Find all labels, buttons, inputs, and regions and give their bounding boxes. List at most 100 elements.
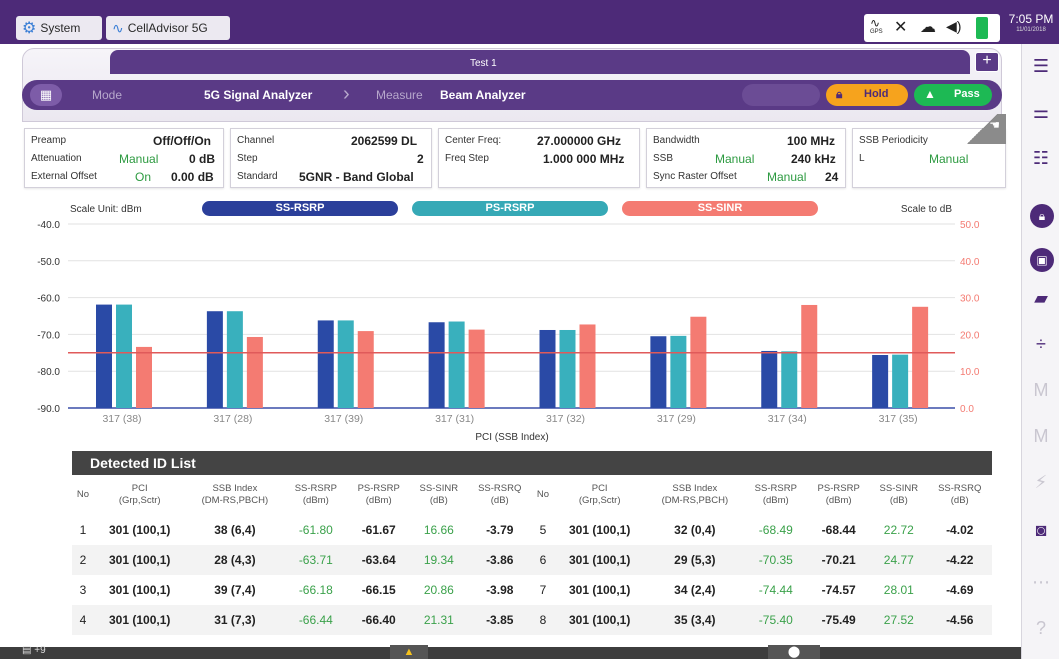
test-tab[interactable] bbox=[110, 50, 970, 74]
panel-corner-tab[interactable]: ☚ bbox=[958, 114, 1006, 144]
frequency-panel[interactable]: Center Freq: 27.000000 GHz Freq Step 1.0… bbox=[438, 128, 640, 188]
bar-ss-sinr bbox=[468, 329, 485, 408]
cell-no: 6 bbox=[531, 545, 554, 575]
cell-ss-sinr: 20.86 bbox=[423, 583, 454, 597]
blank-pill bbox=[742, 84, 820, 106]
sync-raster-mode: Manual bbox=[767, 170, 807, 184]
top-bar: ⚙ System ∿ CellAdvisor 5G ∿ GPS ✕ ☁ ◀) 7… bbox=[0, 0, 1059, 44]
cell-ssb: 35 (3,4) bbox=[645, 605, 745, 635]
cell-ssb: 39 (7,4) bbox=[214, 583, 256, 597]
measure-label: Measure bbox=[376, 88, 423, 102]
freq-step-label: Freq Step bbox=[445, 153, 489, 164]
location-pin-icon[interactable]: ⬤ bbox=[768, 645, 820, 659]
cell-ss-rsrp: -63.71 bbox=[284, 545, 348, 575]
beam-chart[interactable]: Scale Unit: dBm Scale to dB -40.0 -50.0 -60.… bbox=[0, 196, 1020, 446]
lock-icon: 🔒︎ bbox=[836, 87, 843, 101]
x-tick-label: 317 (35) bbox=[879, 413, 918, 425]
trace-icon[interactable]: ⚡︎ bbox=[1022, 472, 1059, 493]
grid-menu-icon[interactable]: ☷ bbox=[1022, 148, 1059, 169]
x-tick-label: 317 (34) bbox=[768, 413, 807, 425]
cell-ps-rsrp: -74.57 bbox=[821, 583, 856, 597]
notification-count: +9 bbox=[34, 645, 46, 656]
table-header-row: No PCI (Grp,Sctr) SSB Index (DM-RS,PBCH) SS-R… bbox=[72, 475, 992, 515]
notification-area[interactable]: ▤ +9 bbox=[22, 645, 46, 656]
bar-ps-rsrp bbox=[670, 335, 687, 408]
ssb-periodicity-label: SSB Periodicity bbox=[859, 135, 928, 146]
right-tick-label: 40.0 bbox=[960, 257, 980, 268]
table-row[interactable]: 4 301 (100,1) 31 (7,3) -66.44 -66.40 21.31 -3.… bbox=[72, 605, 992, 635]
center-freq-label: Center Freq: bbox=[445, 135, 502, 146]
bandwidth-value: 100 MHz bbox=[787, 134, 836, 148]
channel-value: 2062599 DL bbox=[351, 134, 418, 148]
split-icon[interactable]: ÷ bbox=[1022, 334, 1059, 355]
gear-icon: ⚙ bbox=[22, 20, 37, 37]
status-icons: ∿ GPS ✕ ☁ ◀) bbox=[864, 14, 1000, 42]
x-axis-label: PCI (SSB Index) bbox=[475, 432, 548, 443]
x-tick-label: 317 (38) bbox=[102, 413, 141, 425]
help-icon[interactable]: ? bbox=[1022, 618, 1059, 639]
tools-icon: ✕ bbox=[894, 19, 908, 36]
measure-value[interactable]: Beam Analyzer bbox=[440, 88, 526, 102]
bar-ss-sinr bbox=[690, 316, 707, 408]
celladvisor-tab-label: CellAdvisor 5G bbox=[127, 21, 208, 35]
sync-raster-value: 24 bbox=[825, 170, 839, 184]
table-row[interactable]: 1 301 (100,1) 38 (6,4) -61.80 -61.67 16.66 -3.… bbox=[72, 515, 992, 545]
cell-ss-sinr: 28.01 bbox=[883, 583, 914, 597]
column-header: SS-RSRQ (dB) bbox=[938, 483, 982, 506]
bar-ps-rsrp bbox=[448, 321, 465, 408]
bar-ss-rsrp bbox=[872, 355, 889, 408]
right-tick-label: 20.0 bbox=[960, 330, 980, 341]
folder-icon[interactable]: ▰ bbox=[1022, 288, 1059, 309]
cell-ss-rsrp: -66.18 bbox=[298, 583, 333, 597]
hold-button[interactable]: 🔒︎ Hold bbox=[826, 84, 908, 106]
marker-m2-icon[interactable]: M bbox=[1022, 426, 1059, 447]
camera-icon[interactable]: ◙ bbox=[1022, 520, 1059, 541]
add-test-button[interactable]: + bbox=[975, 52, 999, 72]
apps-grid-button[interactable]: ▦ bbox=[30, 84, 62, 106]
cell-no: 7 bbox=[539, 583, 547, 597]
l-mode: Manual bbox=[929, 152, 969, 166]
right-tick-label: 0.0 bbox=[960, 404, 974, 415]
clock-date: 11/01/2018 bbox=[1016, 27, 1046, 33]
cell-ss-sinr: 16.66 bbox=[423, 523, 454, 537]
warning-icon[interactable]: ▲ bbox=[390, 645, 428, 659]
column-header: No bbox=[76, 489, 90, 500]
table-row[interactable]: 2 301 (100,1) 28 (4,3) -63.71 -63.64 19.34 -3.… bbox=[72, 545, 992, 575]
cell-ss-rsrp: -74.44 bbox=[758, 583, 793, 597]
cell-no: 3 bbox=[79, 583, 87, 597]
bottom-bar bbox=[0, 647, 1021, 659]
test-name: Test 1 bbox=[470, 58, 497, 69]
mode-value[interactable]: 5G Signal Analyzer bbox=[204, 88, 312, 102]
clock-time: 7:05 PM bbox=[1008, 12, 1054, 26]
ext-offset-value: 0.00 dB bbox=[171, 170, 214, 184]
freq-step-value: 1.000 000 MHz bbox=[543, 152, 625, 166]
cell-ss-rsrq: -3.85 bbox=[467, 605, 532, 635]
pass-button[interactable]: ▲ Pass bbox=[914, 84, 992, 106]
settings-sliders-icon[interactable]: ⚌ bbox=[1022, 102, 1059, 123]
cell-ps-rsrp: -66.40 bbox=[347, 605, 411, 635]
column-header: PCI (Grp,Sctr) bbox=[578, 483, 621, 506]
system-tab[interactable]: ⚙ System bbox=[16, 16, 102, 40]
bar-ss-rsrp bbox=[206, 311, 223, 408]
more-icon[interactable]: ⋯ bbox=[1022, 572, 1059, 593]
save-icon[interactable]: ▣ bbox=[1030, 248, 1054, 272]
column-header: PS-RSRP (dBm) bbox=[817, 483, 860, 506]
bar-ss-sinr bbox=[136, 346, 152, 408]
cell-no: 8 bbox=[531, 605, 554, 635]
lock-icon[interactable]: 🔒︎ bbox=[1030, 204, 1054, 228]
bandwidth-panel[interactable]: Bandwidth 100 MHz SSB Manual 240 kHz Syn… bbox=[646, 128, 846, 188]
marker-m-icon[interactable]: M bbox=[1022, 380, 1059, 401]
app-root: ⚙ System ∿ CellAdvisor 5G ∿ GPS ✕ ☁ ◀) 7… bbox=[0, 0, 1059, 659]
cell-ps-rsrp: -66.15 bbox=[361, 583, 396, 597]
l-label: L bbox=[859, 153, 865, 164]
channel-panel[interactable]: Channel 2062599 DL Step 2 Standard 5GNR … bbox=[230, 128, 432, 188]
celladvisor-tab[interactable]: ∿ CellAdvisor 5G bbox=[106, 16, 230, 40]
table-row[interactable]: 3 301 (100,1) 39 (7,4) -66.18 -66.15 20.86 -3.… bbox=[72, 575, 992, 605]
hold-label: Hold bbox=[864, 88, 889, 100]
menu-icon[interactable]: ☰ bbox=[1022, 56, 1059, 77]
bar-ss-rsrp bbox=[317, 320, 334, 408]
amp-panel[interactable]: Preamp Off/Off/On Attenuation Manual 0 d… bbox=[24, 128, 224, 188]
cell-no: 5 bbox=[539, 523, 547, 537]
ssb-label: SSB bbox=[653, 153, 674, 164]
cloud-icon: ☁ bbox=[920, 19, 936, 36]
